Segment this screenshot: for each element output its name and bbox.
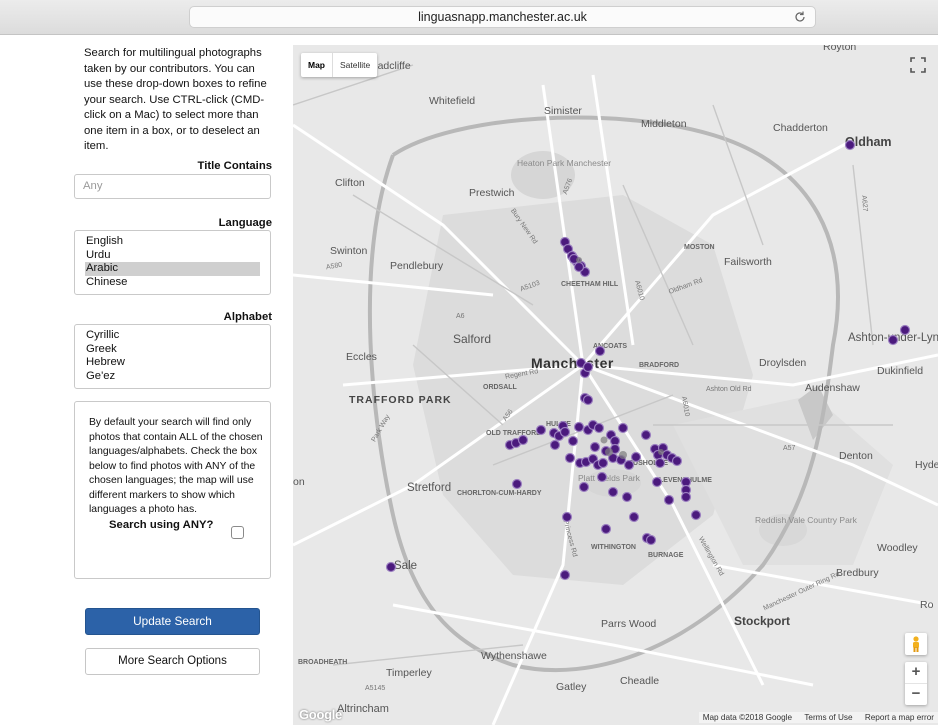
alphabet-option[interactable]: Hebrew: [85, 356, 260, 370]
alphabet-option[interactable]: Cyrillic: [85, 329, 260, 343]
report-map-error-link[interactable]: Report a map error: [865, 713, 934, 722]
alphabet-select[interactable]: Cyrillic Greek Hebrew Ge'ez: [74, 324, 271, 389]
language-option-selected[interactable]: Arabic: [85, 262, 260, 276]
alphabet-label: Alphabet: [223, 311, 272, 323]
update-search-button[interactable]: Update Search: [85, 608, 260, 635]
language-select[interactable]: English Urdu Arabic Chinese: [74, 230, 271, 295]
browser-toolbar: linguasnapp.manchester.ac.uk: [0, 0, 938, 35]
zoom-in-button[interactable]: +: [905, 662, 927, 683]
language-option[interactable]: Chinese: [85, 276, 260, 290]
title-contains-label: Title Contains: [197, 160, 272, 172]
zoom-control: + −: [905, 662, 927, 705]
terms-of-use-link[interactable]: Terms of Use: [804, 713, 852, 722]
map-view[interactable]: Radcliffe Royton Whitefield Simister Mid…: [293, 45, 938, 725]
url-text: linguasnapp.manchester.ac.uk: [418, 10, 587, 24]
map-data-text: Map data ©2018 Google: [702, 713, 793, 722]
any-search-label: Search using ANY?: [109, 519, 214, 531]
map-attribution: Map data ©2018 Google Terms of Use Repor…: [698, 712, 938, 723]
any-search-description: By default your search will find only ph…: [89, 417, 263, 515]
more-search-options-button[interactable]: More Search Options: [85, 648, 260, 675]
address-bar[interactable]: linguasnapp.manchester.ac.uk: [189, 6, 816, 28]
search-intro: Search for multilingual photographs take…: [84, 47, 267, 152]
language-label: Language: [218, 217, 272, 229]
any-search-box: By default your search will find only ph…: [74, 401, 271, 579]
title-contains-input[interactable]: Any: [74, 174, 271, 199]
alphabet-option[interactable]: Ge'ez: [85, 370, 260, 384]
any-search-checkbox[interactable]: [231, 526, 244, 539]
street-view-pegman-icon[interactable]: [905, 633, 927, 655]
cheetham-hill-markers: [385, 139, 911, 581]
map-type-map-button[interactable]: Map: [301, 53, 332, 77]
zoom-out-button[interactable]: −: [905, 683, 927, 704]
search-panel: Search for multilingual photographs take…: [74, 35, 272, 725]
reload-icon[interactable]: [793, 10, 807, 24]
marker-layer: [385, 139, 911, 581]
map-type-satellite-button[interactable]: Satellite: [332, 53, 377, 77]
google-logo: Google: [299, 707, 342, 722]
language-option[interactable]: English: [85, 235, 260, 249]
map-type-control: Map Satellite: [301, 53, 378, 77]
alphabet-option[interactable]: Greek: [85, 343, 260, 357]
fullscreen-icon[interactable]: [906, 53, 930, 77]
language-option[interactable]: Urdu: [85, 249, 260, 263]
